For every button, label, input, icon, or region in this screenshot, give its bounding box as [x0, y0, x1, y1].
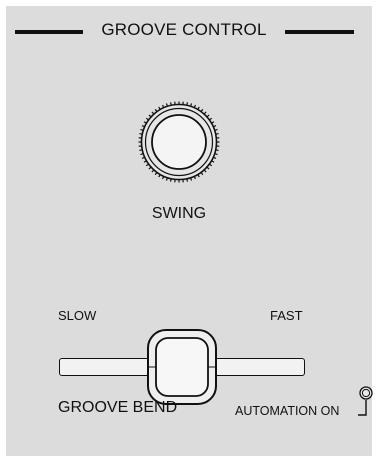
automation-led[interactable] [359, 386, 373, 400]
swing-knob[interactable] [138, 101, 220, 183]
automation-on-label: AUTOMATION ON [235, 404, 340, 418]
groove-bend-label: GROOVE BEND [58, 399, 178, 416]
groove-bend-fader-cap[interactable] [146, 328, 218, 406]
rotary-knob-icon [138, 101, 220, 183]
fader-cap-icon [147, 329, 217, 405]
section-rule-left [15, 30, 83, 34]
section-rule-right [285, 30, 354, 34]
swing-knob-label: SWING [151, 205, 207, 222]
groove-control-panel: GROOVE CONTROL SWING SLOW FAST GROOVE BE… [6, 6, 373, 456]
fader-slow-label: SLOW [58, 308, 97, 323]
led-indicator-icon [359, 386, 373, 400]
fader-fast-label: FAST [270, 308, 303, 323]
automation-bracket [358, 400, 368, 417]
section-title: GROOVE CONTROL [101, 20, 267, 39]
